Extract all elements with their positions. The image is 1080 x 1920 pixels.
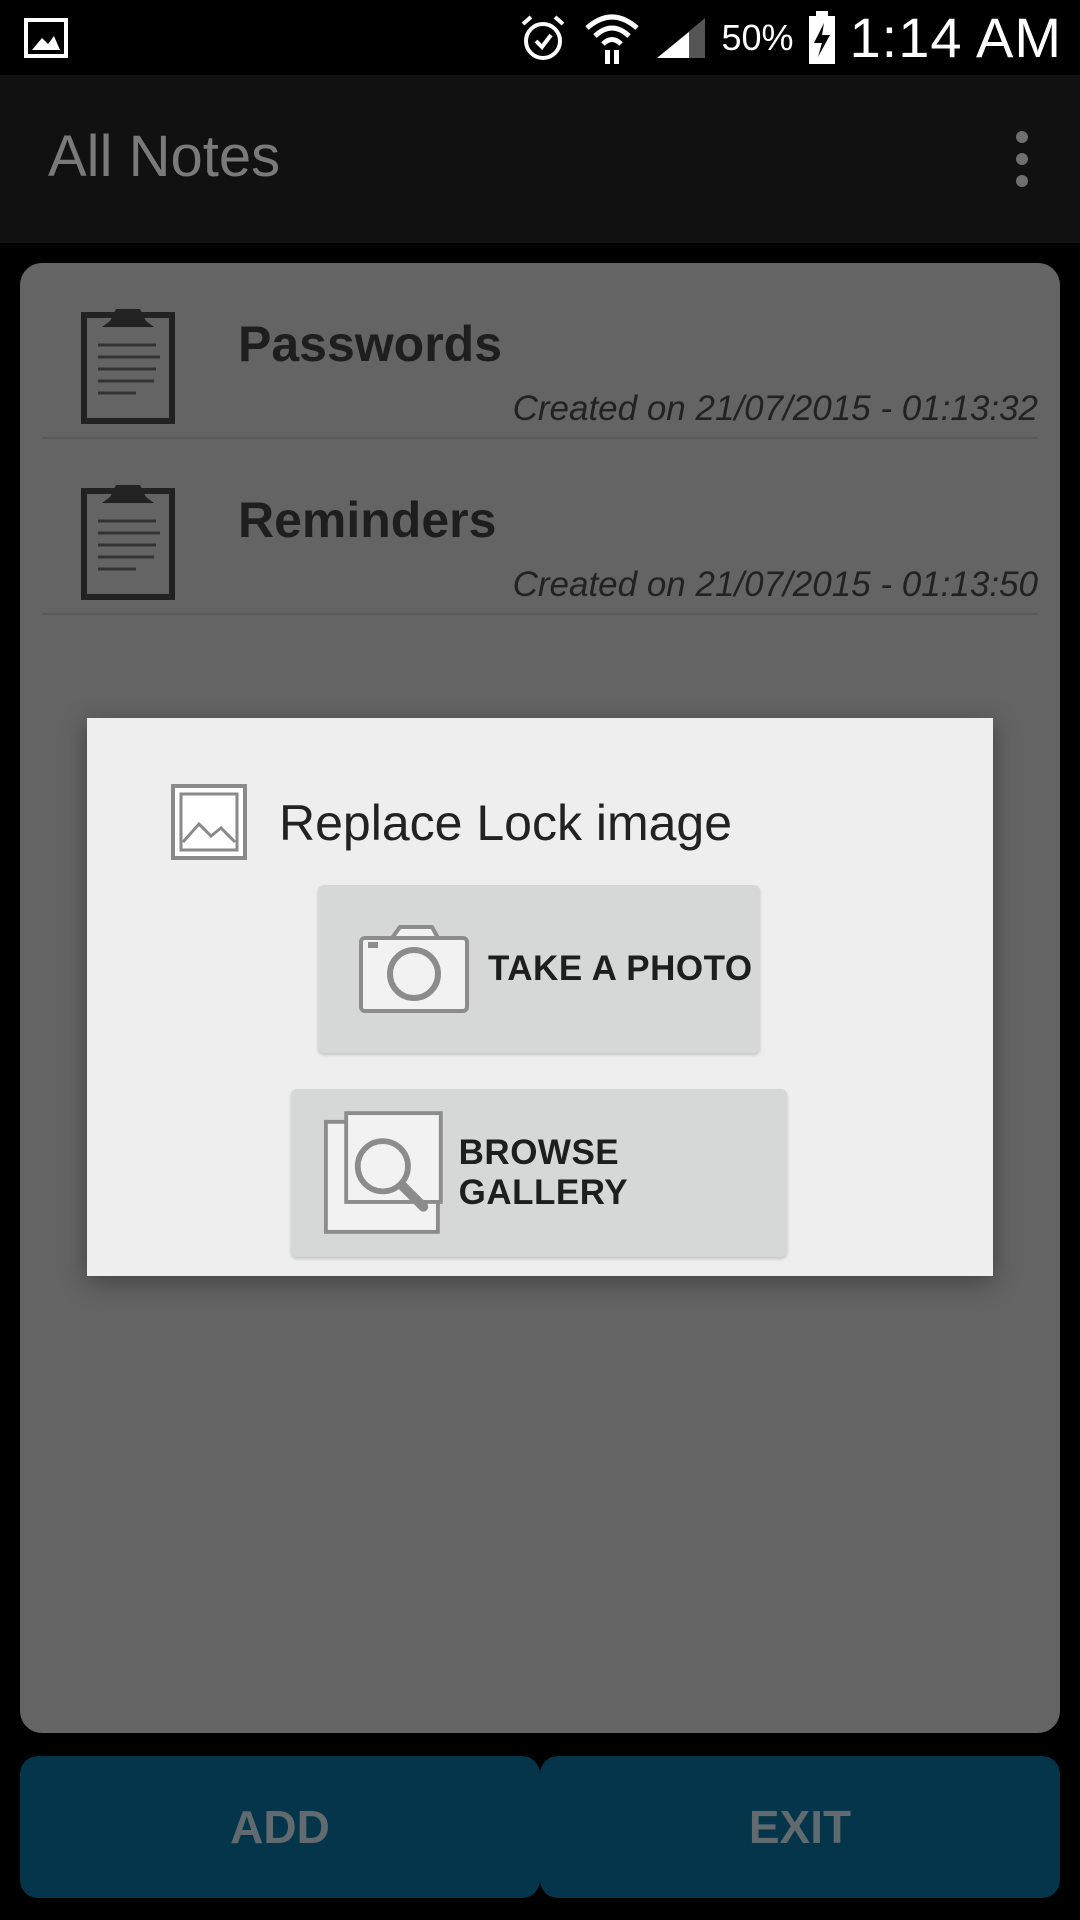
clipboard-icon [81, 309, 175, 424]
battery-percent: 50% [721, 16, 794, 58]
status-bar: 50% 1:14 AM [0, 0, 1080, 75]
list-item[interactable]: Reminders Created on 21/07/2015 - 01:13:… [42, 439, 1038, 615]
browse-gallery-button[interactable]: BROWSE GALLERY [291, 1089, 787, 1257]
note-date: Created on 21/07/2015 - 01:13:32 [512, 389, 1038, 428]
page-title: All Notes [48, 124, 281, 189]
camera-icon [359, 925, 469, 1013]
note-title: Reminders [238, 492, 497, 548]
list-item[interactable]: Passwords Created on 21/07/2015 - 01:13:… [42, 263, 1038, 439]
replace-lock-image-dialog: Replace Lock image TAKE A PHOTO BROWSE G… [87, 718, 993, 1276]
battery-charging-icon [808, 10, 835, 64]
image-icon [171, 784, 247, 860]
take-photo-button[interactable]: TAKE A PHOTO [318, 885, 760, 1053]
dialog-title: Replace Lock image [279, 795, 733, 851]
wifi-icon [585, 14, 640, 64]
overflow-menu-icon[interactable] [1006, 131, 1036, 191]
clock: 1:14 AM [849, 6, 1062, 69]
alarm-icon [522, 14, 565, 60]
take-photo-label: TAKE A PHOTO [488, 949, 753, 988]
add-button-label: ADD [230, 1801, 330, 1853]
clipboard-icon [81, 485, 175, 600]
add-button[interactable]: ADD [20, 1756, 540, 1898]
gallery-notification-icon [24, 18, 68, 58]
browse-gallery-label: BROWSE GALLERY [458, 1133, 629, 1212]
exit-button[interactable]: EXIT [540, 1756, 1060, 1898]
note-title: Passwords [238, 316, 503, 372]
app-bar: All Notes [0, 75, 1080, 243]
gallery-search-icon [323, 1111, 443, 1234]
exit-button-label: EXIT [748, 1801, 852, 1853]
signal-icon [657, 17, 706, 58]
note-date: Created on 21/07/2015 - 01:13:50 [512, 565, 1038, 604]
